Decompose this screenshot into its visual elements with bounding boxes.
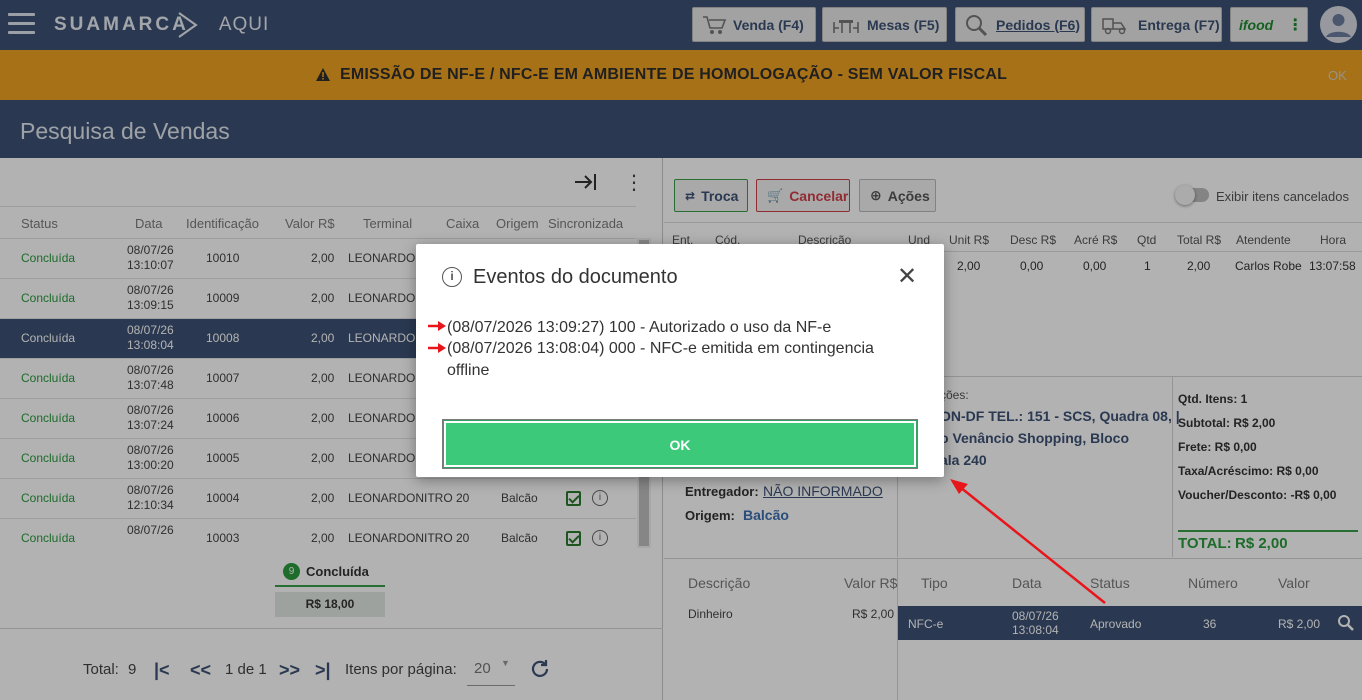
ok-button[interactable]: OK — [443, 420, 917, 468]
info-icon: i — [442, 267, 462, 287]
red-arrow-icon — [428, 343, 446, 353]
dialog-title: Eventos do documento — [473, 266, 678, 288]
red-arrow-icon — [428, 321, 446, 331]
event-item: (08/07/2026 13:09:27) 100 - Autorizado o… — [447, 319, 832, 336]
annotation-arrow-icon — [950, 479, 1106, 604]
close-icon[interactable]: ✕ — [897, 262, 917, 291]
event-item: (08/07/2026 13:08:04) 000 - NFC-e emitid… — [447, 340, 874, 379]
